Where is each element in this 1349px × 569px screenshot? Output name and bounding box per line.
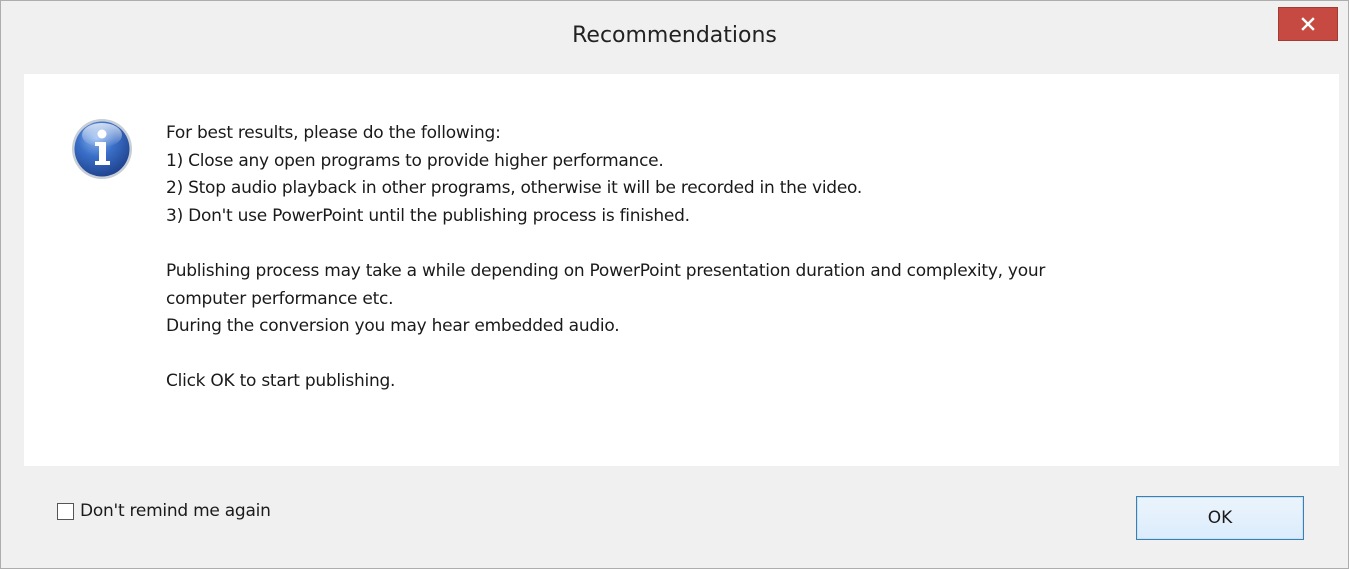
dialog-footer: Don't remind me again OK bbox=[24, 466, 1339, 561]
dont-remind-checkbox[interactable] bbox=[57, 502, 74, 520]
message-line: Click OK to start publishing. bbox=[166, 371, 396, 392]
close-button[interactable] bbox=[1278, 7, 1338, 41]
ok-button[interactable]: OK bbox=[1136, 496, 1304, 540]
dialog-title: Recommendations bbox=[572, 23, 777, 48]
title-bar[interactable]: Recommendations bbox=[1, 1, 1348, 73]
close-icon bbox=[1301, 17, 1315, 31]
message-line: 3) Don't use PowerPoint until the publis… bbox=[166, 205, 690, 226]
message-area: For best results, please do the followin… bbox=[24, 74, 1339, 466]
message-text: For best results, please do the followin… bbox=[166, 120, 1316, 396]
message-line: 1) Close any open programs to provide hi… bbox=[166, 150, 664, 171]
recommendations-dialog: Recommendations For best results, please… bbox=[0, 0, 1349, 569]
message-line: computer performance etc. bbox=[166, 288, 394, 309]
message-line: 2) Stop audio playback in other programs… bbox=[166, 178, 863, 199]
dont-remind-checkbox-row[interactable]: Don't remind me again bbox=[57, 501, 271, 521]
message-line: During the conversion you may hear embed… bbox=[166, 316, 620, 337]
message-line: Publishing process may take a while depe… bbox=[166, 260, 1046, 281]
dont-remind-label[interactable]: Don't remind me again bbox=[80, 501, 271, 521]
message-line: For best results, please do the followin… bbox=[166, 123, 501, 143]
info-icon bbox=[72, 119, 132, 179]
